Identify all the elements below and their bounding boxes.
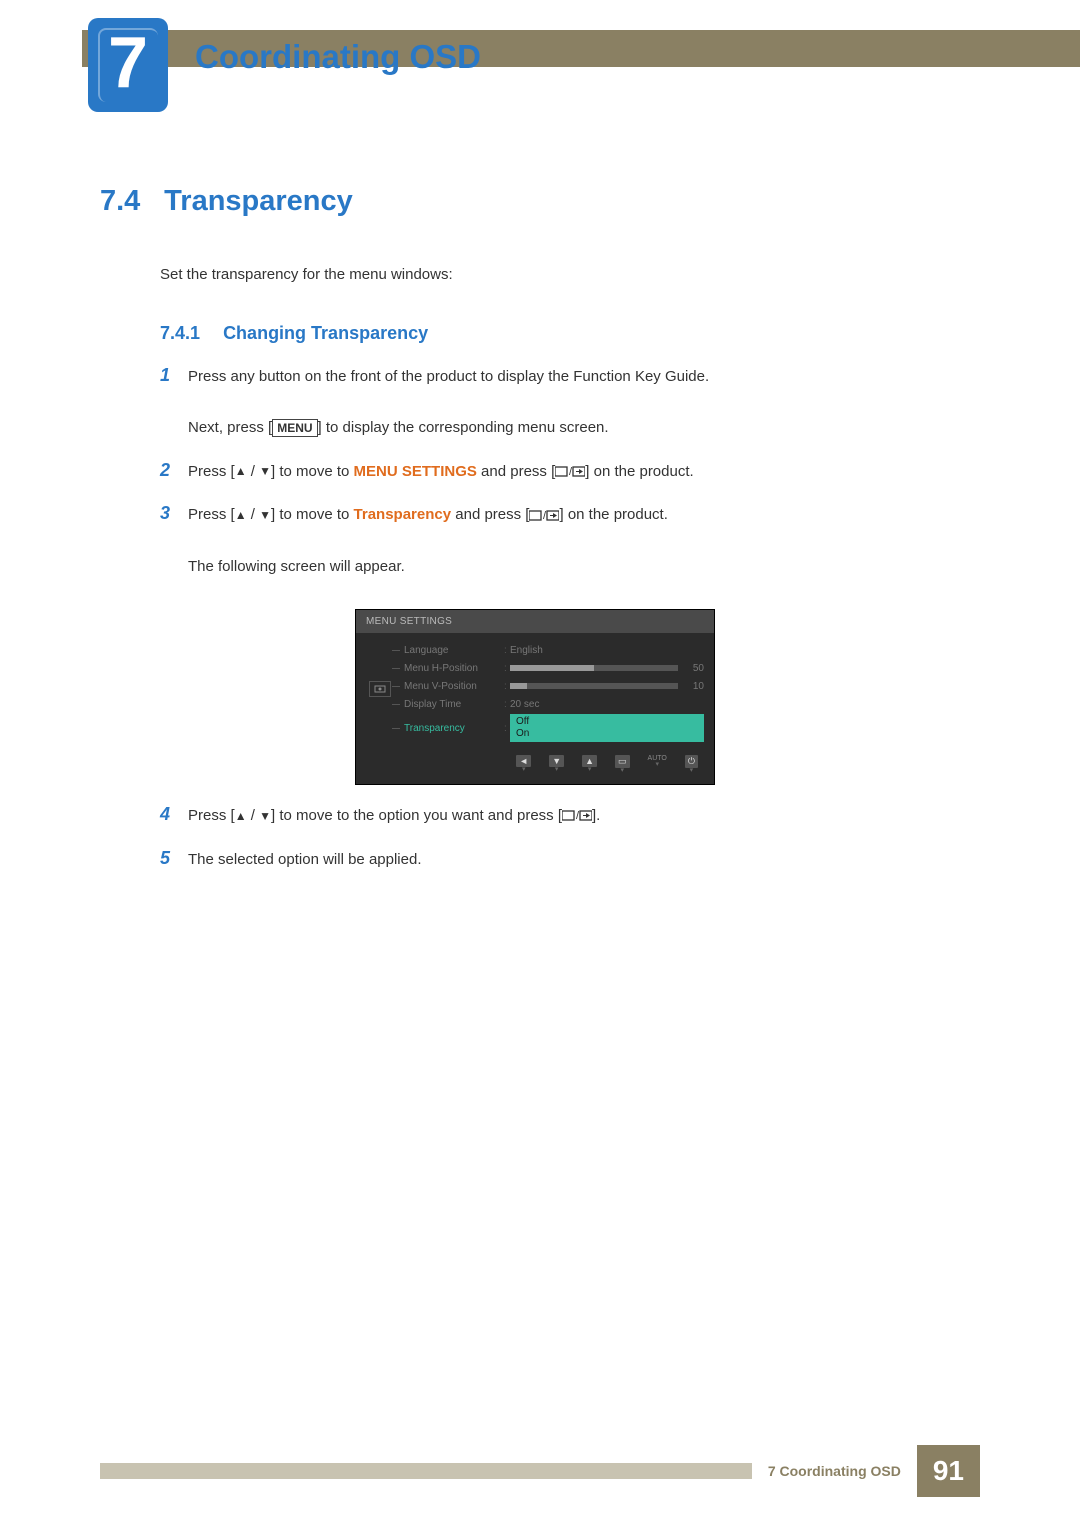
step-body: Press any button on the front of the pro… [188, 364, 709, 441]
step-text: ]. [592, 807, 600, 824]
steps-list: 1 Press any button on the front of the p… [160, 364, 980, 872]
step-text: Press any button on the front of the pro… [188, 368, 709, 385]
step-number: 4 [160, 804, 188, 825]
osd-key-down: ▼▾ [549, 755, 564, 774]
source-enter-icon: / [562, 803, 592, 829]
osd-key-back: ◄▾ [516, 755, 531, 774]
osd-value: English [510, 645, 704, 656]
osd-label: Language [404, 645, 504, 656]
footer-page-number: 91 [917, 1445, 980, 1497]
osd-label: Display Time [404, 699, 504, 710]
highlight-transparency: Transparency [354, 506, 452, 523]
up-icon: ▲ [235, 505, 247, 525]
step-text: ] to display the corresponding menu scre… [318, 419, 609, 436]
step-4: 4 Press [▲ / ▼] to move to the option yo… [160, 803, 980, 829]
osd-rows: Language : English Menu H-Position : 50 … [404, 641, 704, 743]
step-number: 1 [160, 365, 188, 386]
down-icon: ▼ [259, 505, 271, 525]
subsection-title: Changing Transparency [223, 323, 428, 343]
step-2: 2 Press [▲ / ▼] to move to MENU SETTINGS… [160, 459, 980, 485]
section-intro: Set the transparency for the menu window… [160, 266, 980, 283]
step-body: The selected option will be applied. [188, 847, 421, 873]
step-text: ] to move to [271, 463, 354, 480]
step-text: The selected option will be applied. [188, 851, 421, 868]
osd-label: Menu H-Position [404, 663, 504, 674]
osd-value: 10 [684, 681, 704, 692]
footer-chapter: 7 Coordinating OSD [768, 1463, 901, 1479]
step-text: Next, press [ [188, 419, 272, 436]
osd-slider-fill [510, 683, 527, 689]
osd-panel: MENU SETTINGS Language : English Menu H-… [355, 609, 715, 785]
chapter-title: Coordinating OSD [195, 38, 481, 76]
step-text: and press [ [451, 506, 529, 523]
page-content: 7.4 Transparency Set the transparency fo… [100, 185, 980, 872]
step-text: Press [ [188, 506, 235, 523]
osd-label-active: Transparency [404, 723, 504, 734]
osd-slider [510, 665, 678, 671]
source-enter-icon: / [529, 503, 559, 529]
step-text: ] on the product. [559, 506, 667, 523]
osd-row-hposition: Menu H-Position : 50 [404, 659, 704, 677]
osd-option-on: On [516, 728, 698, 740]
page-footer: 7 Coordinating OSD 91 [100, 1445, 980, 1497]
subsection-number: 7.4.1 [160, 323, 200, 343]
step-5: 5 The selected option will be applied. [160, 847, 980, 873]
down-icon: ▼ [259, 461, 271, 481]
step-body: Press [▲ / ▼] to move to the option you … [188, 803, 600, 829]
osd-key-auto: AUTO▾ [648, 755, 667, 774]
step-text: Press [ [188, 807, 235, 824]
up-icon: ▲ [235, 806, 247, 826]
source-enter-icon: / [555, 459, 585, 485]
osd-row-transparency: Transparency : Off On [404, 713, 704, 743]
section-number: 7.4 [100, 185, 160, 218]
osd-value: 50 [684, 663, 704, 674]
chapter-number-badge: 7 [88, 18, 168, 112]
step-body: Press [▲ / ▼] to move to Transparency an… [188, 502, 668, 579]
section-heading: 7.4 Transparency [100, 185, 980, 218]
osd-row-vposition: Menu V-Position : 10 [404, 677, 704, 695]
header-gap [0, 30, 82, 67]
down-icon: ▼ [259, 806, 271, 826]
osd-key-up: ▲▾ [582, 755, 597, 774]
up-icon: ▲ [235, 461, 247, 481]
step-number: 3 [160, 503, 188, 524]
menu-key-icon: MENU [272, 419, 317, 437]
osd-header: MENU SETTINGS [356, 610, 714, 633]
subsection-heading: 7.4.1 Changing Transparency [160, 323, 980, 344]
osd-nav-bar: ◄▾ ▼▾ ▲▾ ▭▾ AUTO▾ ⏻▾ [356, 751, 714, 774]
step-number: 2 [160, 460, 188, 481]
step-text: ] to move to the option you want and pre… [271, 807, 562, 824]
footer-bar [100, 1463, 752, 1479]
osd-label: Menu V-Position [404, 681, 504, 692]
osd-slider [510, 683, 678, 689]
osd-key-power: ⏻▾ [685, 755, 698, 774]
step-1: 1 Press any button on the front of the p… [160, 364, 980, 441]
osd-row-displaytime: Display Time : 20 sec [404, 695, 704, 713]
osd-section-icon [369, 681, 391, 697]
step-3: 3 Press [▲ / ▼] to move to Transparency … [160, 502, 980, 579]
osd-body: Language : English Menu H-Position : 50 … [356, 633, 714, 751]
step-text: ] to move to [271, 506, 354, 523]
step-text: and press [ [477, 463, 555, 480]
osd-option-off: Off [516, 716, 698, 728]
section-title: Transparency [164, 185, 353, 217]
step-text: Press [ [188, 463, 235, 480]
step-body: Press [▲ / ▼] to move to MENU SETTINGS a… [188, 459, 694, 485]
step-text: ] on the product. [585, 463, 693, 480]
step-number: 5 [160, 848, 188, 869]
osd-key-enter: ▭▾ [615, 755, 630, 774]
step-text: The following screen will appear. [188, 558, 405, 575]
osd-row-language: Language : English [404, 641, 704, 659]
highlight-menu-settings: MENU SETTINGS [354, 463, 477, 480]
osd-slider-fill [510, 665, 594, 671]
osd-value: 20 sec [510, 699, 704, 710]
osd-dropdown: Off On [510, 714, 704, 742]
